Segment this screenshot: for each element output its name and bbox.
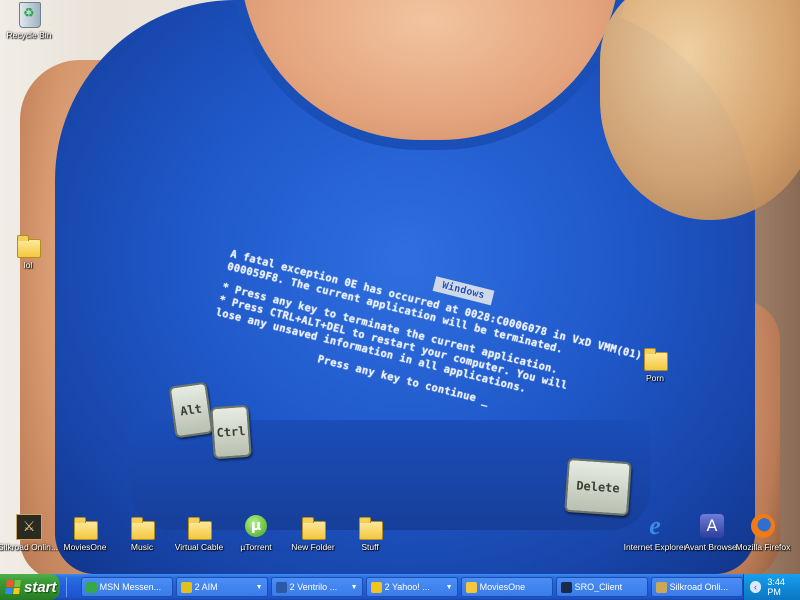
taskbar-button-label: 2 Ventrilo ... [289,582,338,592]
desktop-icon-label: Porn [646,373,664,383]
taskbar-button-label: MoviesOne [479,582,526,592]
desktop-wallpaper[interactable]: Windows A fatal exception 0E has occurre… [0,0,800,574]
folder-icon [188,517,212,540]
start-label: start [24,578,57,596]
utorrent-icon: µ [245,515,267,537]
folder-icon [644,348,668,371]
firefox-icon [751,514,775,538]
start-button[interactable]: start [0,574,61,600]
clock[interactable]: 3:44 PM [767,577,800,597]
desktop-icon-lol[interactable]: lol [0,232,65,270]
msn-icon [85,581,97,593]
taskbar-button-label: MSN Messen... [99,582,162,592]
alt-key-print: Alt [168,381,214,439]
taskbar-button-label: 2 Yahoo! ... [384,582,430,592]
taskbar-button-sro-client[interactable]: SRO_Client [555,577,648,597]
folder-icon [465,581,477,593]
taskbar-button-yahoo[interactable]: 2 Yahoo! ... ▼ [365,577,458,597]
taskbar: start MSN Messen... 2 AIM ▼ 2 Ventrilo .… [0,574,800,600]
taskbar-button-silkroad[interactable]: Silkroad Onli... [650,577,743,597]
desktop-icon-stuff[interactable]: Stuff [333,514,407,552]
group-caret-icon: ▼ [255,583,263,591]
avant-browser-icon: A [700,514,724,538]
folder-icon [359,517,383,540]
aim-icon [180,581,192,593]
folder-icon [74,517,98,540]
folder-icon [131,517,155,540]
desktop-icon-recycle-bin[interactable]: Recycle Bin [0,2,66,40]
taskbar-button-msn[interactable]: MSN Messen... [80,577,173,597]
taskbar-button-moviesone[interactable]: MoviesOne [460,577,553,597]
group-caret-icon: ▼ [350,583,358,591]
desktop-icon-label: Recycle Bin [6,30,52,40]
ventrilo-icon [275,581,287,593]
windows-flag-icon [5,580,21,594]
system-tray: ‹ 3:44 PM [742,574,800,600]
delete-key-print: Delete [564,457,632,517]
taskbar-button-label: Silkroad Onli... [669,582,729,592]
recycle-bin-icon [19,2,41,28]
silkroad-icon: ⚔ [16,514,42,540]
taskbar-button-ventrilo[interactable]: 2 Ventrilo ... ▼ [270,577,363,597]
internet-explorer-icon: e [649,511,661,540]
tray-arrow-icon[interactable]: ‹ [749,581,762,593]
sro-client-icon [560,581,572,593]
taskbar-button-aim[interactable]: 2 AIM ▼ [175,577,268,597]
desktop-icon-label: Stuff [361,542,379,552]
desktop-icon-porn[interactable]: Porn [618,345,692,383]
taskbar-button-label: SRO_Client [574,582,623,592]
desktop-icon-label: Mozilla Firefox [735,542,791,552]
taskbar-button-label: 2 AIM [194,582,218,592]
folder-icon [302,517,326,540]
ctrl-key-print: Ctrl [210,404,252,460]
group-caret-icon: ▼ [445,583,453,591]
folder-icon [17,235,41,258]
desktop-icon-firefox[interactable]: Mozilla Firefox [726,514,800,552]
taskbar-buttons: MSN Messen... 2 AIM ▼ 2 Ventrilo ... ▼ 2… [80,577,743,597]
yahoo-icon [370,581,382,593]
quick-launch-handle[interactable] [66,577,78,597]
desktop-icon-label: lol [23,260,33,270]
silkroad-icon [655,581,667,593]
